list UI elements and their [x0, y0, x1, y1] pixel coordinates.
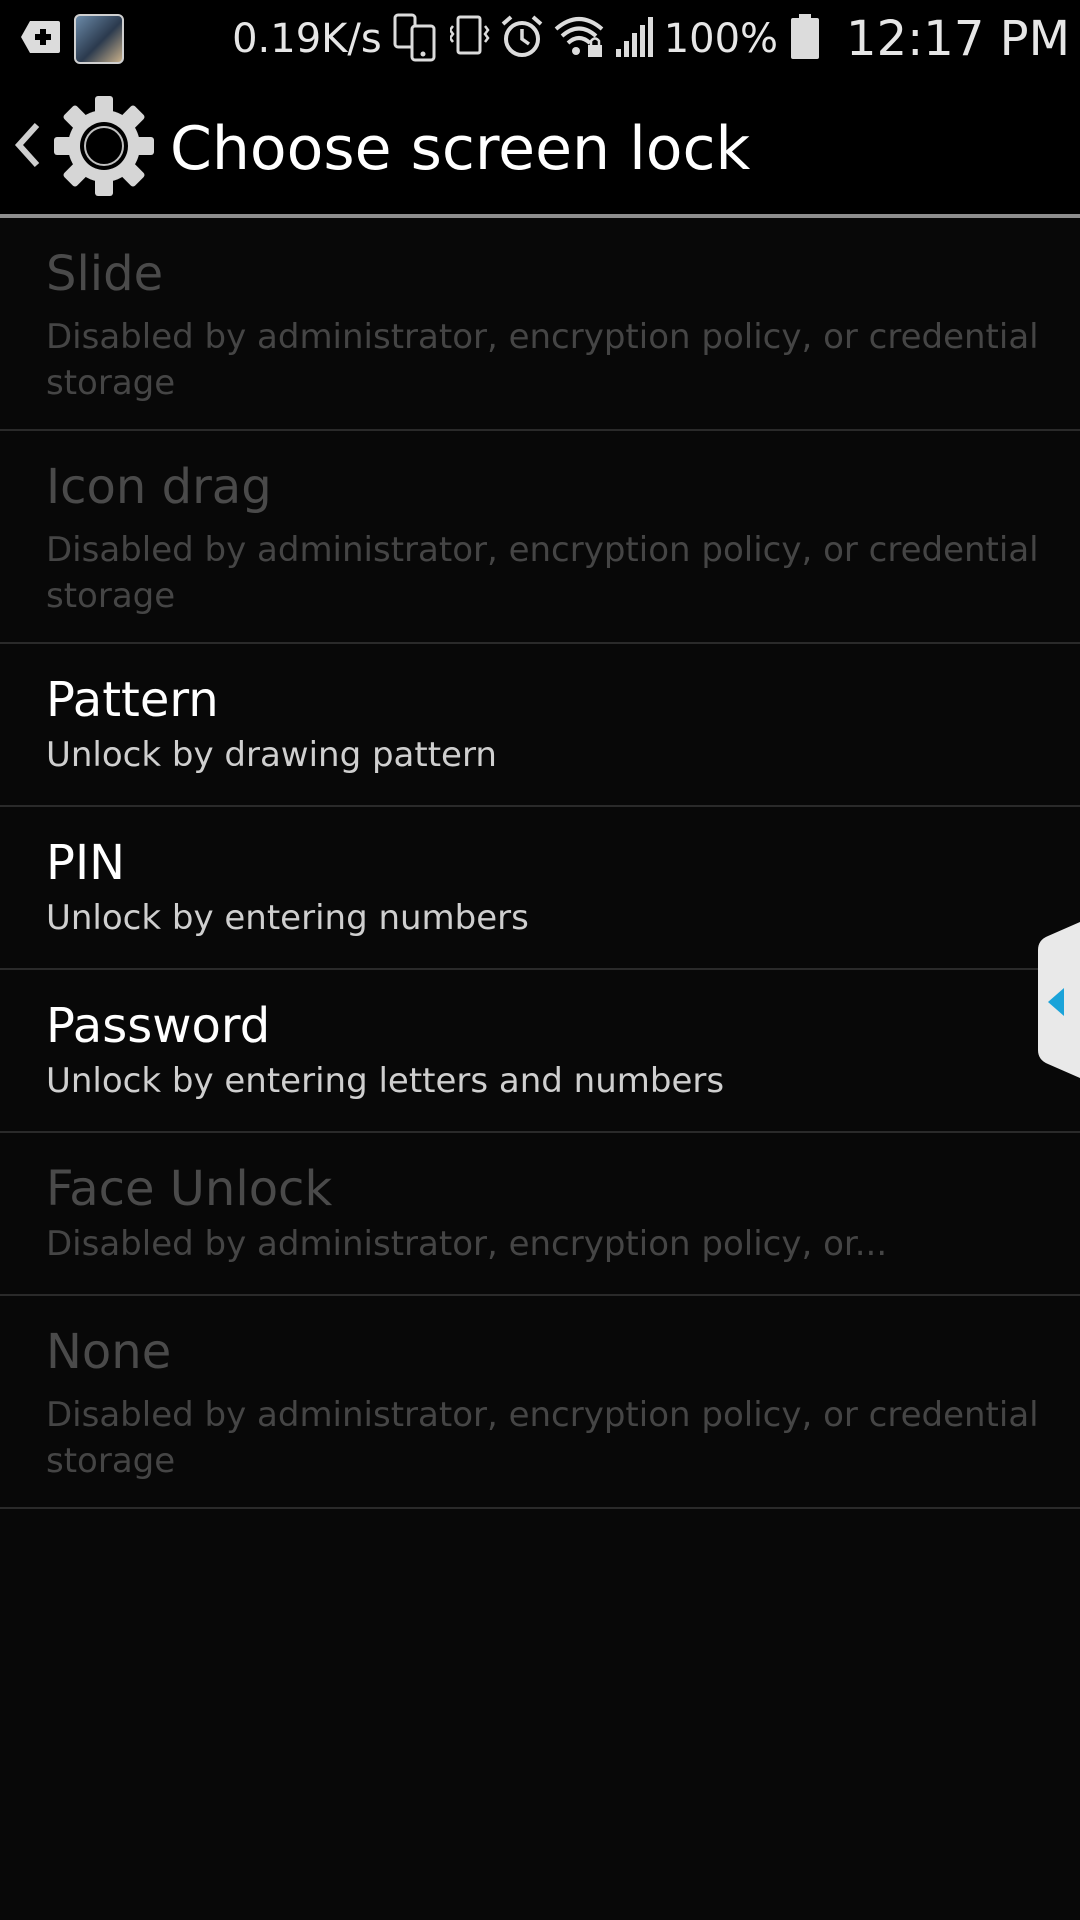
option-pin[interactable]: PIN Unlock by entering numbers	[0, 807, 1080, 970]
side-panel-handle[interactable]	[1034, 922, 1080, 1078]
option-title: Password	[46, 998, 271, 1054]
status-left	[20, 10, 124, 68]
status-bar: 0.19K/s 100% 12:17 PM	[0, 0, 1080, 78]
option-title: Icon drag	[46, 459, 272, 515]
clock: 12:17 PM	[846, 11, 1070, 67]
status-right: 0.19K/s 100% 12:17 PM	[232, 6, 1070, 72]
avatar	[74, 14, 124, 64]
option-subtitle: Disabled by administrator, encryption po…	[46, 1224, 888, 1264]
option-slide: Slide Disabled by administrator, encrypt…	[0, 218, 1080, 431]
wifi-lock-icon	[554, 15, 604, 63]
page-title: Choose screen lock	[170, 114, 751, 184]
option-title: Slide	[46, 246, 164, 302]
phone-transfer-icon	[392, 12, 440, 66]
network-speed: 0.19K/s	[232, 16, 382, 62]
signal-icon	[614, 15, 654, 63]
back-chevron-icon	[13, 121, 43, 173]
option-icon-drag: Icon drag Disabled by administrator, enc…	[0, 431, 1080, 644]
option-title: Face Unlock	[46, 1161, 333, 1217]
alarm-icon	[500, 14, 544, 64]
vibrate-icon	[448, 14, 490, 64]
gear-icon[interactable]	[50, 92, 158, 200]
option-title: PIN	[46, 835, 126, 891]
option-title: Pattern	[46, 672, 219, 728]
option-subtitle: Disabled by administrator, encryption po…	[46, 317, 1039, 403]
option-subtitle: Disabled by administrator, encryption po…	[46, 1395, 1039, 1481]
battery-icon	[788, 13, 822, 65]
add-box-icon	[20, 19, 62, 59]
option-pattern[interactable]: Pattern Unlock by drawing pattern	[0, 644, 1080, 807]
app-bar: Choose screen lock	[0, 78, 1080, 216]
option-subtitle: Unlock by entering numbers	[46, 898, 529, 938]
option-face-unlock: Face Unlock Disabled by administrator, e…	[0, 1133, 1080, 1296]
battery-percent: 100%	[663, 16, 779, 62]
option-subtitle: Unlock by drawing pattern	[46, 735, 497, 775]
screen-lock-options: Slide Disabled by administrator, encrypt…	[0, 218, 1080, 1509]
option-subtitle: Disabled by administrator, encryption po…	[46, 530, 1039, 616]
option-title: None	[46, 1324, 172, 1380]
option-subtitle: Unlock by entering letters and numbers	[46, 1061, 725, 1101]
option-none: None Disabled by administrator, encrypti…	[0, 1296, 1080, 1509]
option-password[interactable]: Password Unlock by entering letters and …	[0, 970, 1080, 1133]
back-button[interactable]	[8, 112, 48, 182]
